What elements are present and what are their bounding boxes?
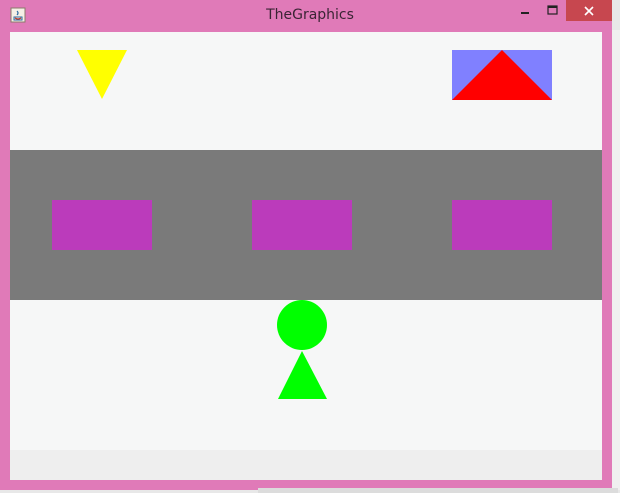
background-window-edge-bottom (258, 488, 618, 493)
minimize-icon (521, 12, 529, 14)
green-circle-head (277, 300, 327, 350)
maximize-icon (546, 5, 558, 15)
maximize-button[interactable] (539, 0, 565, 20)
graphics-canvas (10, 50, 602, 399)
purple-lane-mark-right (452, 200, 552, 250)
close-button[interactable] (566, 0, 612, 21)
minimize-button[interactable] (512, 0, 538, 20)
application-window: TheGraphics (0, 0, 612, 490)
title-bar[interactable]: TheGraphics (0, 0, 612, 30)
window-bottom-area (10, 450, 602, 480)
purple-lane-mark-left (52, 200, 152, 250)
yellow-triangle (77, 50, 127, 99)
green-triangle-body (278, 351, 327, 399)
purple-lane-mark-center (252, 200, 352, 250)
close-icon (584, 5, 594, 16)
drawing-panel (10, 32, 602, 480)
background-window-edge (612, 30, 620, 490)
